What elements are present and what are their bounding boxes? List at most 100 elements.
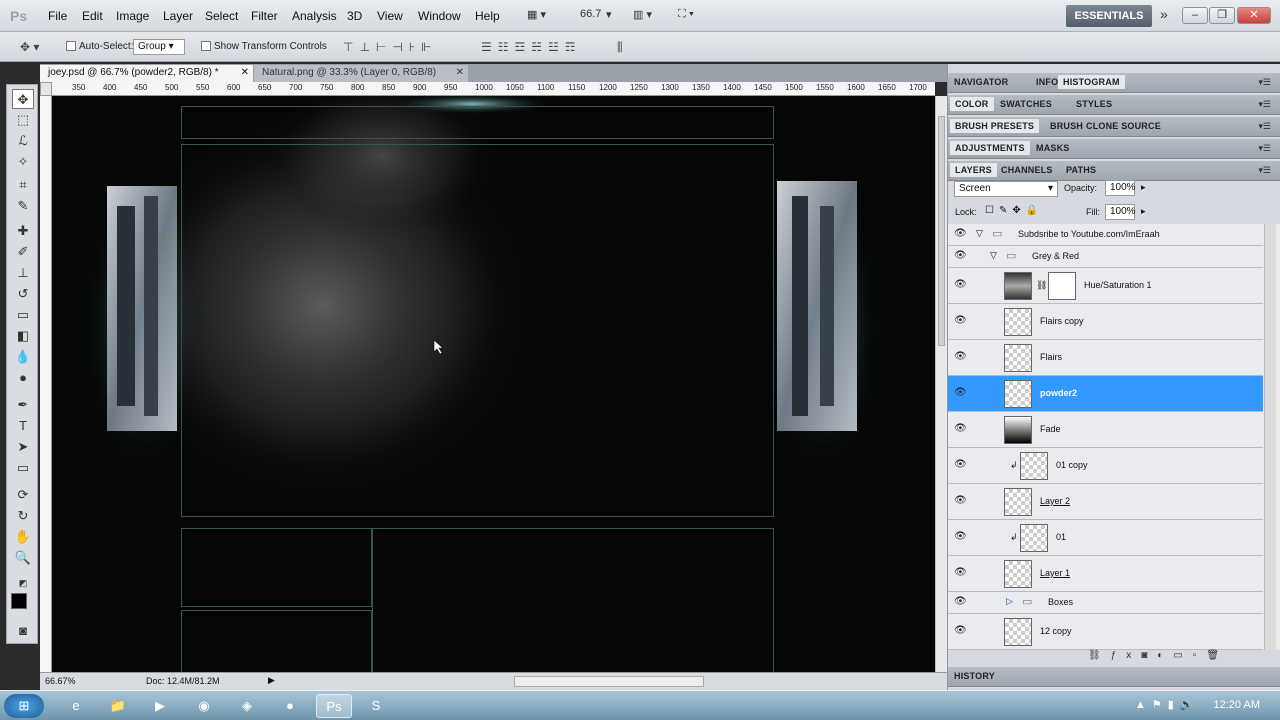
auto-align-icon[interactable]: ⫼ [617, 40, 623, 55]
dodge-tool-icon[interactable]: ● [12, 368, 34, 388]
menu-file[interactable]: File [48, 9, 67, 23]
quick-select-tool-icon[interactable]: ✧ [12, 152, 34, 172]
tab-clone-source[interactable]: CLONE SOURCE [1086, 121, 1161, 131]
move-tool-preset-icon[interactable]: ✥ ▾ [20, 40, 39, 54]
close-button[interactable]: ✕ [1237, 7, 1271, 24]
layer-row-flairs[interactable]: 👁 Flairs [948, 340, 1263, 376]
system-tray-icons[interactable]: ▲⚑▮🔊 [1135, 698, 1200, 711]
menu-image[interactable]: Image [116, 9, 149, 23]
menu-select[interactable]: Select [205, 9, 238, 23]
minimize-button[interactable]: – [1182, 7, 1208, 24]
auto-select-dropdown[interactable]: Group ▾ [133, 39, 185, 55]
tab-masks[interactable]: MASKS [1036, 143, 1070, 153]
eyedropper-tool-icon[interactable]: ✎ [12, 196, 34, 216]
zoom-dropdown-icon[interactable]: ▾ [606, 8, 612, 21]
ie-icon[interactable]: e [58, 694, 94, 718]
tab-paths[interactable]: PATHS [1066, 165, 1096, 175]
layer-row-01[interactable]: 👁 ↲ 01 [948, 520, 1263, 556]
document-canvas[interactable] [52, 96, 935, 672]
layer-row-hue-saturation[interactable]: 👁 ⛓ Hue/Saturation 1 [948, 268, 1263, 304]
brush-tool-icon[interactable]: ✐ [12, 242, 34, 262]
distribute-icons[interactable]: ☰☷☲☵☳☶ [481, 40, 582, 54]
fill-arrow-icon[interactable]: ▸ [1141, 206, 1146, 217]
shape-tool-icon[interactable]: ▭ [12, 458, 34, 478]
visibility-eye-icon[interactable]: 👁 [954, 459, 968, 471]
menu-window[interactable]: Window [418, 9, 461, 23]
eraser-tool-icon[interactable]: ▭ [12, 305, 34, 325]
marquee-tool-icon[interactable]: ⬚ [12, 110, 34, 130]
layer-row-layer-1[interactable]: 👁 Layer 1 [948, 556, 1263, 592]
zoom-level[interactable]: 66.7 [580, 8, 601, 20]
visibility-eye-icon[interactable]: 👁 [954, 351, 968, 363]
tab-joey-psd[interactable]: joey.psd @ 66.7% (powder2, RGB/8) * ✕ [40, 65, 253, 82]
visibility-eye-icon[interactable]: 👁 [954, 625, 968, 637]
visibility-eye-icon[interactable]: 👁 [954, 387, 968, 399]
blur-tool-icon[interactable]: 💧 [12, 347, 34, 367]
pen-tool-icon[interactable]: ✒ [12, 395, 34, 415]
workspace-essentials-button[interactable]: ESSENTIALS [1066, 5, 1152, 27]
tab-swatches[interactable]: SWATCHES [1000, 99, 1052, 109]
layer-group-boxes[interactable]: 👁 ▷ ▭ Boxes [948, 592, 1263, 614]
gradient-tool-icon[interactable]: ◧ [12, 326, 34, 346]
3d-orbit-tool-icon[interactable]: ↻ [12, 506, 34, 526]
tab-navigator[interactable]: NAVIGATOR [954, 77, 1008, 87]
visibility-eye-icon[interactable]: 👁 [954, 250, 968, 262]
menu-edit[interactable]: Edit [82, 9, 103, 23]
restore-button[interactable]: ❐ [1209, 7, 1235, 24]
visibility-eye-icon[interactable]: 👁 [954, 315, 968, 327]
vertical-scrollbar[interactable] [935, 96, 947, 672]
link-icon[interactable]: ⛓ [1036, 280, 1047, 291]
panel-menu-icon[interactable]: ▾☰ [1258, 77, 1271, 88]
menu-3d[interactable]: 3D [347, 9, 362, 23]
app-icon-2[interactable]: ● [272, 694, 308, 718]
zoom-readout[interactable]: 66.67% [45, 676, 76, 686]
tab-color[interactable]: COLOR [950, 97, 994, 111]
opacity-field[interactable]: 100% [1105, 180, 1136, 196]
hand-tool-icon[interactable]: ✋ [12, 527, 34, 547]
layers-scrollbar[interactable] [1264, 224, 1276, 650]
history-brush-tool-icon[interactable]: ↺ [12, 284, 34, 304]
layer-row-01-copy[interactable]: 👁 ↲ 01 copy [948, 448, 1263, 484]
horizontal-ruler[interactable]: 350 400 450 500 550 600 650 700 750 800 … [52, 82, 935, 96]
visibility-eye-icon[interactable]: 👁 [954, 279, 968, 291]
opacity-arrow-icon[interactable]: ▸ [1141, 182, 1146, 193]
horizontal-scrollbar[interactable] [514, 676, 704, 687]
close-tab-icon[interactable]: ✕ [241, 67, 249, 78]
tab-brush[interactable]: BRUSH [1050, 121, 1083, 131]
media-player-icon[interactable]: ▶ [142, 694, 178, 718]
tab-histogram[interactable]: HISTOGRAM [1058, 75, 1125, 89]
layer-group-subscribe[interactable]: 👁 ▽ ▭ Subdsribe to Youtube.com/ImEraah [948, 224, 1263, 246]
auto-select-checkbox[interactable] [66, 41, 76, 51]
panel-menu-icon[interactable]: ▾☰ [1258, 143, 1271, 154]
type-tool-icon[interactable]: T [12, 416, 34, 436]
foreground-color-swatch[interactable] [11, 593, 27, 609]
close-tab-icon[interactable]: ✕ [456, 67, 464, 78]
fill-field[interactable]: 100% [1105, 204, 1136, 220]
default-colors-icon[interactable]: ◩ [12, 573, 34, 593]
scroll-thumb[interactable] [938, 116, 945, 346]
visibility-eye-icon[interactable]: 👁 [954, 228, 968, 240]
layer-row-fade[interactable]: 👁 Fade [948, 412, 1263, 448]
menu-help[interactable]: Help [475, 9, 500, 23]
more-workspaces-icon[interactable]: » [1160, 6, 1168, 22]
quick-mask-icon[interactable]: ◙ [12, 621, 34, 641]
visibility-eye-icon[interactable]: 👁 [954, 531, 968, 543]
expand-arrow-icon[interactable]: ▽ [976, 228, 983, 239]
visibility-eye-icon[interactable]: 👁 [954, 596, 968, 608]
layer-row-layer-2[interactable]: 👁 Layer 2 [948, 484, 1263, 520]
zoom-tool-icon[interactable]: 🔍 [12, 548, 34, 568]
lock-icons[interactable]: ☐✎✥🔒 [985, 205, 1043, 216]
3d-rotate-tool-icon[interactable]: ⟳ [12, 485, 34, 505]
visibility-eye-icon[interactable]: 👁 [954, 495, 968, 507]
taskbar-clock[interactable]: 12:20 AM [1214, 699, 1260, 711]
explorer-icon[interactable]: 📁 [100, 694, 136, 718]
blend-mode-dropdown[interactable]: Screen ▾ [954, 181, 1058, 197]
start-button[interactable]: ⊞ [4, 694, 44, 718]
status-menu-icon[interactable]: ▶ [268, 675, 275, 686]
layer-actions-bar[interactable]: ⛓ƒx◙◐▭▫🗑 [1088, 650, 1268, 666]
lasso-tool-icon[interactable]: ℒ [12, 131, 34, 151]
tab-channels[interactable]: CHANNELS [1001, 165, 1053, 175]
layer-row-powder2[interactable]: 👁 powder2 [948, 376, 1263, 412]
panel-menu-icon[interactable]: ▾☰ [1258, 121, 1271, 132]
skype-icon[interactable]: S [358, 694, 394, 718]
